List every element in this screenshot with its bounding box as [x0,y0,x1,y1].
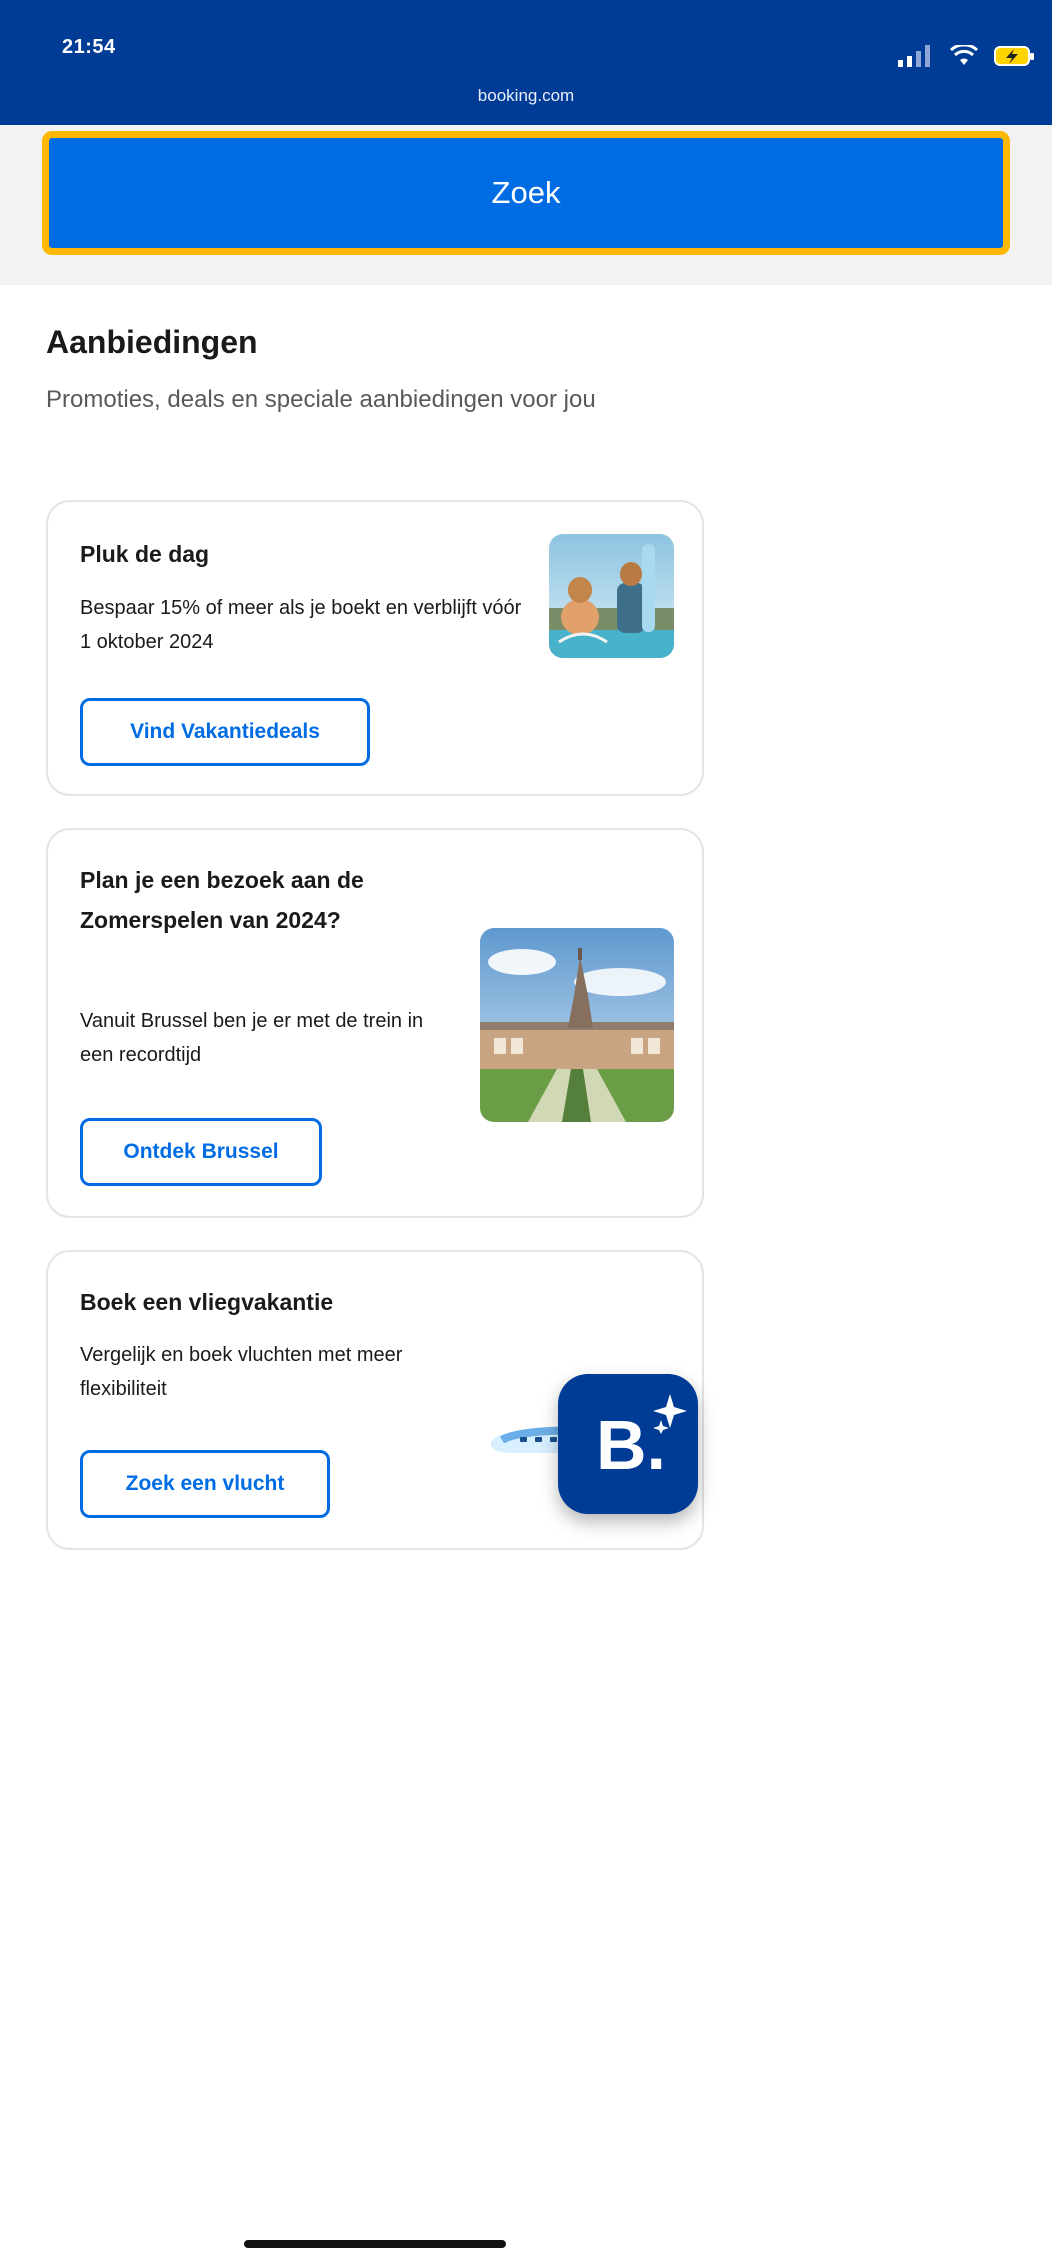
card-description: Bespaar 15% of meer als je boekt en verb… [80,597,522,653]
status-icons [898,44,1036,68]
search-flight-button[interactable]: Zoek een vlucht [80,1450,330,1518]
card-title: Boek een vliegvakantie [80,1289,334,1315]
card-title: Plan je een bezoek aan de Zomerspelen va… [80,867,364,933]
discover-brussels-button[interactable]: Ontdek Brussel [80,1118,322,1186]
brussels-cityscape-illustration [480,928,674,1122]
offers-subtitle: Promoties, deals en speciale aanbiedinge… [46,386,596,413]
summer-pool-image[interactable] [549,534,674,658]
address-url[interactable]: booking.com [0,86,1052,106]
signal-icon [898,45,930,67]
vacation-deals-button[interactable]: Vind Vakantiedeals [80,698,370,766]
wifi-icon [950,45,978,65]
brussels-image[interactable] [480,928,674,1122]
pool-scene-illustration [549,534,674,658]
card-description: Vanuit Brussel ben je er met de trein in… [80,1010,424,1066]
search-button[interactable]: Zoek [42,131,1010,255]
card-description: Vergelijk en boek vluchten met meer flex… [80,1344,403,1400]
offer-card-summer-games: Plan je een bezoek aan de Zomerspelen va… [46,828,704,1218]
sparkle-icon [653,1394,687,1434]
status-time: 21:54 [62,36,116,58]
offer-card-summer-deals: Pluk de dag Bespaar 15% of meer als je b… [46,500,704,796]
battery-charging-icon [994,46,1034,66]
booking-app-fab[interactable]: B. [558,1374,698,1514]
offers-title: Aanbiedingen [46,324,258,360]
card-title: Pluk de dag [80,541,210,567]
home-indicator [244,2240,506,2248]
